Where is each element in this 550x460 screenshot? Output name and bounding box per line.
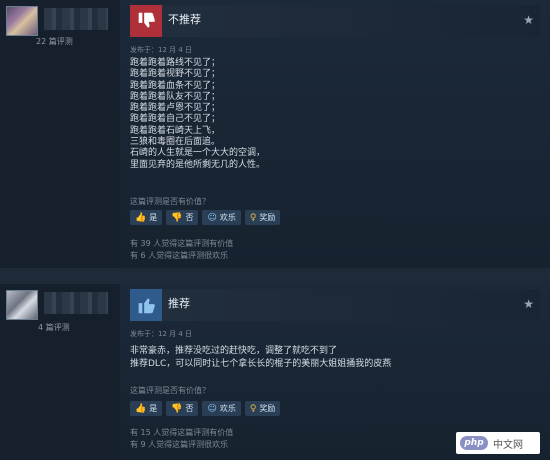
review-line: 跑着跑着自己不见了； [130, 114, 221, 125]
thumbs-up-icon [130, 289, 162, 321]
author-review-count[interactable]: 22 篇评测 [36, 36, 106, 47]
award-button[interactable]: ♀ 奖励 [244, 210, 281, 225]
username-blurred [44, 292, 108, 314]
funny-label: 欢乐 [219, 213, 236, 222]
review-content: 跑着跑着路线不见了； 跑着跑着视野不见了； 跑着跑着血条不见了； 跑着跑着队友不… [130, 58, 540, 171]
funny-count: 有 9 人觉得这篇评测很欢乐 [130, 440, 229, 449]
vote-header[interactable]: 不推荐 ★ [130, 5, 540, 37]
no-label: 否 [185, 404, 194, 413]
author-review-count[interactable]: 4 篇评测 [38, 322, 108, 333]
award-label: 奖励 [259, 213, 276, 222]
review-line: 跑着跑着队友不见了； [130, 91, 221, 102]
funny-button[interactable]: ☺ 欢乐 [202, 210, 241, 225]
review-line: 跑着跑着血条不见了； [130, 80, 221, 91]
verdict-title: 推荐 [168, 297, 190, 310]
award-label: 奖励 [259, 404, 276, 413]
yes-label: 是 [149, 404, 158, 413]
yes-button[interactable]: 👍 是 [130, 210, 163, 225]
rating-buttons: 👍 是 👎 否 ☺ 欢乐 ♀ 奖励 [130, 401, 281, 416]
helpful-question: 这篇评测是否有价值？ [130, 386, 210, 395]
thumb-up-small-icon: 👍 [135, 403, 147, 414]
award-icon: ♀ [249, 212, 257, 223]
review-line: 石崎的人生就是一个大大的空调， [130, 148, 266, 159]
smiley-icon: ☺ [207, 212, 217, 223]
review-line: 跑着跑着路线不见了； [130, 58, 221, 68]
avatar[interactable] [6, 6, 38, 36]
watermark-text: 中文网 [493, 439, 523, 451]
helpful-count: 有 15 人觉得这篇评测有价值 [130, 428, 234, 437]
review-line: 跑着跑着卢恩不见了； [130, 103, 221, 114]
review-line: 跑着跑着石崎天上飞， [130, 125, 221, 136]
no-button[interactable]: 👎 否 [166, 401, 199, 416]
rating-buttons: 👍 是 👎 否 ☺ 欢乐 ♀ 奖励 [130, 210, 281, 225]
review-not-recommended: 22 篇评测 不推荐 ★ 发布于：12 月 4 日 跑着跑着路线不见了； 跑着跑… [0, 0, 550, 268]
star-icon[interactable]: ★ [523, 13, 534, 27]
funny-button[interactable]: ☺ 欢乐 [202, 401, 241, 416]
review-content: 非常豪赤，推荐没吃过的赶快吃，调整了就吃不到了 推荐DLC，可以同时让七个拿长长… [130, 345, 540, 370]
no-button[interactable]: 👎 否 [166, 210, 199, 225]
avatar[interactable] [6, 290, 38, 320]
verdict-title: 不推荐 [168, 13, 201, 26]
thumb-down-small-icon: 👎 [171, 403, 183, 414]
author-block: 4 篇评测 [0, 284, 120, 460]
funny-label: 欢乐 [219, 404, 236, 413]
php-logo: php [460, 436, 488, 450]
yes-button[interactable]: 👍 是 [130, 401, 163, 416]
helpful-question: 这篇评测是否有价值？ [130, 197, 210, 206]
review-separator [0, 268, 550, 284]
thumb-down-small-icon: 👎 [171, 212, 183, 223]
posted-date: 发布于：12 月 4 日 [130, 330, 193, 338]
yes-label: 是 [149, 213, 158, 222]
thumbs-down-icon [130, 5, 162, 37]
thumb-up-small-icon: 👍 [135, 212, 147, 223]
star-icon[interactable]: ★ [523, 297, 534, 311]
award-button[interactable]: ♀ 奖励 [244, 401, 281, 416]
username-blurred [44, 8, 108, 30]
site-watermark: php 中文网 [456, 432, 540, 454]
award-icon: ♀ [249, 403, 257, 414]
smiley-icon: ☺ [207, 403, 217, 414]
no-label: 否 [185, 213, 194, 222]
review-card: 不推荐 ★ 发布于：12 月 4 日 跑着跑着路线不见了； 跑着跑着视野不见了；… [120, 0, 550, 268]
review-line: 里面见弃的是他所剩无几的人性。 [130, 159, 266, 170]
vote-header[interactable]: 推荐 ★ [130, 289, 540, 321]
helpful-count: 有 39 人觉得这篇评测有价值 [130, 239, 234, 248]
author-block: 22 篇评测 [0, 0, 120, 268]
review-line: 三狼和毒圈在后面追。 [130, 137, 221, 148]
review-line: 推荐DLC，可以同时让七个拿长长的棍子的美丽大姐姐捅我的皮燕 [130, 358, 392, 369]
review-line: 非常豪赤，推荐没吃过的赶快吃，调整了就吃不到了 [130, 346, 338, 356]
posted-date: 发布于：12 月 4 日 [130, 46, 193, 54]
funny-count: 有 6 人觉得这篇评测很欢乐 [130, 251, 229, 260]
review-line: 跑着跑着视野不见了； [130, 69, 221, 80]
